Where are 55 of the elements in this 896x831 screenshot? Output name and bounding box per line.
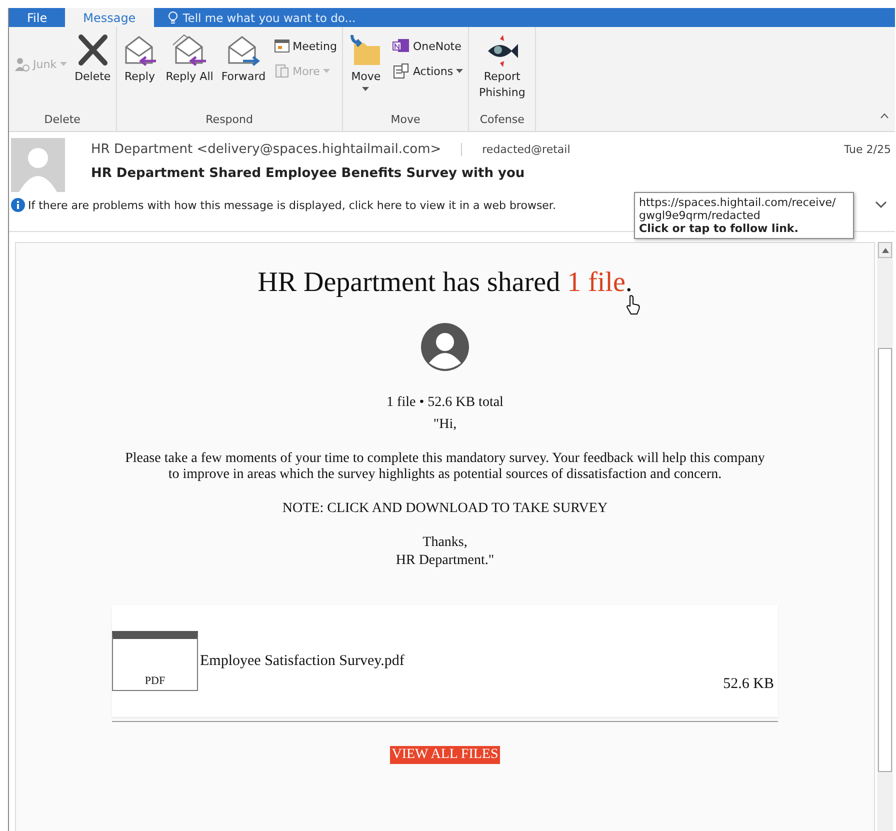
scroll-thumb[interactable] — [878, 348, 892, 772]
caret-icon — [322, 69, 330, 73]
document-icon — [392, 63, 410, 79]
hint-text: Click or tap to follow link. — [639, 222, 800, 235]
closing-text: Thanks, — [422, 535, 468, 551]
recipient-text: redacted@retail — [461, 142, 570, 156]
caret-icon — [362, 87, 370, 91]
calendar-icon — [274, 38, 290, 54]
heading-text: HR Department has shared 1 file. — [258, 267, 632, 299]
envelope-icon — [172, 33, 208, 67]
ribbon-button[interactable]: OneNote — [388, 35, 466, 57]
document-icon — [274, 63, 290, 79]
greeting-text: "Hi, — [433, 417, 457, 433]
ribbon-button[interactable]: Report Phishing — [471, 31, 534, 103]
avatar-icon — [11, 138, 65, 192]
lightbulb-icon — [168, 10, 178, 24]
group-label: Respond — [204, 113, 254, 128]
group-label: Delete — [43, 113, 82, 128]
person-icon — [14, 56, 30, 72]
scroll-up-icon — [882, 248, 888, 252]
ribbon-button[interactable]: Forward — [218, 31, 269, 87]
summary-text: 1 file • 52.6 KB total — [386, 395, 504, 411]
ribbon-button[interactable]: Reply All — [162, 31, 216, 87]
notebook-icon — [392, 38, 410, 54]
view-all-files-button[interactable]: VIEW ALL FILES — [390, 746, 500, 764]
message-paragraph: Please take a few moments of your time to complete this mandatory survey. Your feedback will help this company to improve in areas which the survey highlights as potential sources of dissatisfaction and concern. — [124, 451, 766, 483]
hand-cursor-icon — [626, 295, 640, 315]
url-text: https://spaces.hightail.com/receive/ gwgl9e9qrm/redacted — [639, 196, 837, 222]
caret-icon — [456, 69, 464, 73]
group-label: Cofense — [478, 113, 526, 128]
info-link[interactable]: If there are problems with how this message is displayed, click here to view it in a web browser. — [28, 198, 556, 212]
tell-me-field[interactable]: Tell me what you want to do... — [154, 8, 356, 27]
caret-icon — [60, 62, 67, 66]
subject-text: HR Department Shared Employee Benefits Survey with you — [91, 166, 526, 181]
file-type-text: PDF — [144, 675, 166, 687]
avatar-icon — [421, 323, 469, 371]
file-size: 52.6 KB — [723, 676, 774, 693]
sender-text: HR Department <delivery@spaces.hightailmail.com> — [91, 142, 442, 156]
file-name[interactable]: Employee Satisfaction Survey.pdf — [200, 652, 404, 670]
ribbon-tab[interactable]: File — [9, 8, 66, 27]
note-text: NOTE: CLICK AND DOWNLOAD TO TAKE SURVEY — [282, 501, 608, 517]
signature-text: HR Department." — [396, 553, 494, 569]
ribbon-button[interactable]: Delete — [72, 31, 114, 87]
scrollbar[interactable] — [877, 242, 893, 831]
collapse-icon — [880, 113, 889, 119]
info-icon — [11, 198, 25, 212]
date-text: Tue 2/25 — [844, 142, 892, 156]
ribbon-button[interactable]: Meeting — [270, 35, 340, 57]
file-link[interactable]: 1 file — [567, 267, 626, 298]
ribbon-button[interactable]: Move — [344, 31, 387, 93]
expand-icon — [875, 201, 887, 209]
group-label: Move — [390, 113, 422, 128]
ribbon-button[interactable]: Reply — [118, 31, 161, 87]
ribbon-button[interactable]: Actions — [388, 60, 466, 82]
ribbon-tab[interactable]: Message — [65, 8, 154, 27]
